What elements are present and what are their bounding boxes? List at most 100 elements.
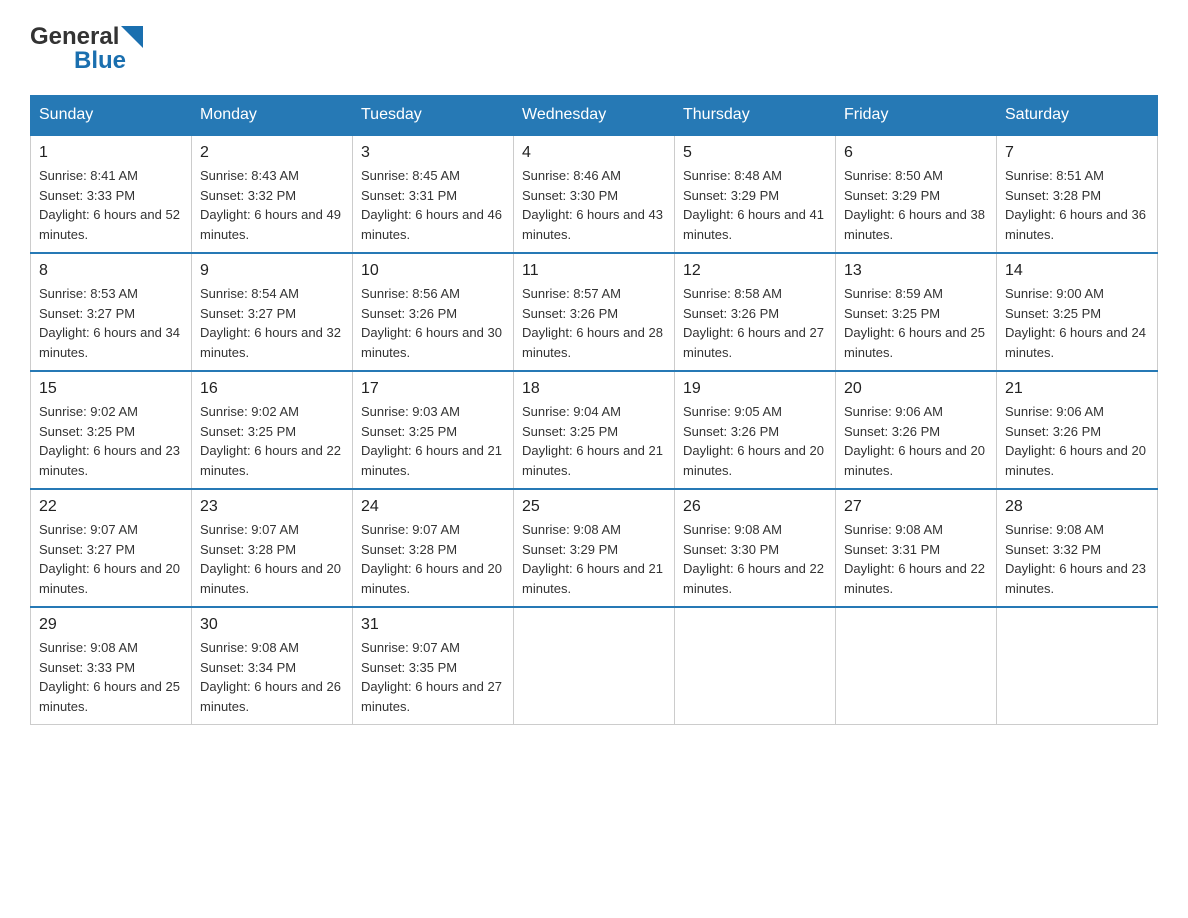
day-number: 29 bbox=[39, 616, 183, 634]
calendar-cell: 30 Sunrise: 9:08 AM Sunset: 3:34 PM Dayl… bbox=[192, 607, 353, 725]
day-info: Sunrise: 9:07 AM Sunset: 3:28 PM Dayligh… bbox=[361, 520, 505, 598]
day-number: 5 bbox=[683, 144, 827, 162]
day-info: Sunrise: 9:00 AM Sunset: 3:25 PM Dayligh… bbox=[1005, 284, 1149, 362]
calendar-header: SundayMondayTuesdayWednesdayThursdayFrid… bbox=[31, 96, 1158, 136]
day-number: 24 bbox=[361, 498, 505, 516]
week-row-1: 1 Sunrise: 8:41 AM Sunset: 3:33 PM Dayli… bbox=[31, 135, 1158, 253]
calendar-cell: 23 Sunrise: 9:07 AM Sunset: 3:28 PM Dayl… bbox=[192, 489, 353, 607]
day-info: Sunrise: 9:08 AM Sunset: 3:30 PM Dayligh… bbox=[683, 520, 827, 598]
calendar-cell: 31 Sunrise: 9:07 AM Sunset: 3:35 PM Dayl… bbox=[353, 607, 514, 725]
day-info: Sunrise: 9:05 AM Sunset: 3:26 PM Dayligh… bbox=[683, 402, 827, 480]
logo-arrow-icon bbox=[121, 26, 143, 48]
day-info: Sunrise: 9:07 AM Sunset: 3:35 PM Dayligh… bbox=[361, 638, 505, 716]
day-number: 25 bbox=[522, 498, 666, 516]
day-info: Sunrise: 8:51 AM Sunset: 3:28 PM Dayligh… bbox=[1005, 166, 1149, 244]
day-info: Sunrise: 8:57 AM Sunset: 3:26 PM Dayligh… bbox=[522, 284, 666, 362]
week-row-2: 8 Sunrise: 8:53 AM Sunset: 3:27 PM Dayli… bbox=[31, 253, 1158, 371]
calendar-cell: 13 Sunrise: 8:59 AM Sunset: 3:25 PM Dayl… bbox=[836, 253, 997, 371]
calendar-cell: 1 Sunrise: 8:41 AM Sunset: 3:33 PM Dayli… bbox=[31, 135, 192, 253]
week-row-4: 22 Sunrise: 9:07 AM Sunset: 3:27 PM Dayl… bbox=[31, 489, 1158, 607]
day-info: Sunrise: 9:08 AM Sunset: 3:33 PM Dayligh… bbox=[39, 638, 183, 716]
calendar-cell: 29 Sunrise: 9:08 AM Sunset: 3:33 PM Dayl… bbox=[31, 607, 192, 725]
day-info: Sunrise: 8:48 AM Sunset: 3:29 PM Dayligh… bbox=[683, 166, 827, 244]
calendar-cell: 22 Sunrise: 9:07 AM Sunset: 3:27 PM Dayl… bbox=[31, 489, 192, 607]
header-sunday: Sunday bbox=[31, 96, 192, 136]
day-number: 9 bbox=[200, 262, 344, 280]
day-number: 8 bbox=[39, 262, 183, 280]
calendar-body: 1 Sunrise: 8:41 AM Sunset: 3:33 PM Dayli… bbox=[31, 135, 1158, 725]
logo-blue-text: Blue bbox=[74, 47, 143, 75]
day-number: 26 bbox=[683, 498, 827, 516]
day-number: 13 bbox=[844, 262, 988, 280]
calendar-cell: 12 Sunrise: 8:58 AM Sunset: 3:26 PM Dayl… bbox=[675, 253, 836, 371]
day-number: 19 bbox=[683, 380, 827, 398]
day-info: Sunrise: 9:08 AM Sunset: 3:31 PM Dayligh… bbox=[844, 520, 988, 598]
day-info: Sunrise: 8:54 AM Sunset: 3:27 PM Dayligh… bbox=[200, 284, 344, 362]
day-number: 11 bbox=[522, 262, 666, 280]
day-number: 21 bbox=[1005, 380, 1149, 398]
day-info: Sunrise: 9:08 AM Sunset: 3:29 PM Dayligh… bbox=[522, 520, 666, 598]
day-number: 16 bbox=[200, 380, 344, 398]
day-number: 23 bbox=[200, 498, 344, 516]
calendar-cell: 4 Sunrise: 8:46 AM Sunset: 3:30 PM Dayli… bbox=[514, 135, 675, 253]
day-info: Sunrise: 9:02 AM Sunset: 3:25 PM Dayligh… bbox=[39, 402, 183, 480]
week-row-3: 15 Sunrise: 9:02 AM Sunset: 3:25 PM Dayl… bbox=[31, 371, 1158, 489]
calendar-cell: 6 Sunrise: 8:50 AM Sunset: 3:29 PM Dayli… bbox=[836, 135, 997, 253]
calendar-cell: 19 Sunrise: 9:05 AM Sunset: 3:26 PM Dayl… bbox=[675, 371, 836, 489]
day-number: 3 bbox=[361, 144, 505, 162]
calendar-cell: 9 Sunrise: 8:54 AM Sunset: 3:27 PM Dayli… bbox=[192, 253, 353, 371]
calendar-cell: 3 Sunrise: 8:45 AM Sunset: 3:31 PM Dayli… bbox=[353, 135, 514, 253]
day-number: 17 bbox=[361, 380, 505, 398]
header-tuesday: Tuesday bbox=[353, 96, 514, 136]
calendar-cell: 26 Sunrise: 9:08 AM Sunset: 3:30 PM Dayl… bbox=[675, 489, 836, 607]
calendar-cell: 8 Sunrise: 8:53 AM Sunset: 3:27 PM Dayli… bbox=[31, 253, 192, 371]
calendar-cell: 7 Sunrise: 8:51 AM Sunset: 3:28 PM Dayli… bbox=[997, 135, 1158, 253]
day-number: 30 bbox=[200, 616, 344, 634]
header-row: SundayMondayTuesdayWednesdayThursdayFrid… bbox=[31, 96, 1158, 136]
day-info: Sunrise: 8:46 AM Sunset: 3:30 PM Dayligh… bbox=[522, 166, 666, 244]
day-number: 31 bbox=[361, 616, 505, 634]
calendar-cell: 11 Sunrise: 8:57 AM Sunset: 3:26 PM Dayl… bbox=[514, 253, 675, 371]
header-wednesday: Wednesday bbox=[514, 96, 675, 136]
calendar-cell: 24 Sunrise: 9:07 AM Sunset: 3:28 PM Dayl… bbox=[353, 489, 514, 607]
day-number: 6 bbox=[844, 144, 988, 162]
day-info: Sunrise: 9:03 AM Sunset: 3:25 PM Dayligh… bbox=[361, 402, 505, 480]
day-info: Sunrise: 8:50 AM Sunset: 3:29 PM Dayligh… bbox=[844, 166, 988, 244]
day-number: 20 bbox=[844, 380, 988, 398]
day-info: Sunrise: 8:45 AM Sunset: 3:31 PM Dayligh… bbox=[361, 166, 505, 244]
day-number: 12 bbox=[683, 262, 827, 280]
header-friday: Friday bbox=[836, 96, 997, 136]
day-info: Sunrise: 9:08 AM Sunset: 3:34 PM Dayligh… bbox=[200, 638, 344, 716]
day-info: Sunrise: 9:04 AM Sunset: 3:25 PM Dayligh… bbox=[522, 402, 666, 480]
day-info: Sunrise: 9:02 AM Sunset: 3:25 PM Dayligh… bbox=[200, 402, 344, 480]
day-number: 27 bbox=[844, 498, 988, 516]
day-number: 18 bbox=[522, 380, 666, 398]
day-info: Sunrise: 8:53 AM Sunset: 3:27 PM Dayligh… bbox=[39, 284, 183, 362]
day-number: 2 bbox=[200, 144, 344, 162]
day-info: Sunrise: 9:06 AM Sunset: 3:26 PM Dayligh… bbox=[1005, 402, 1149, 480]
calendar-cell: 27 Sunrise: 9:08 AM Sunset: 3:31 PM Dayl… bbox=[836, 489, 997, 607]
day-number: 10 bbox=[361, 262, 505, 280]
day-number: 15 bbox=[39, 380, 183, 398]
day-number: 14 bbox=[1005, 262, 1149, 280]
header-thursday: Thursday bbox=[675, 96, 836, 136]
day-number: 4 bbox=[522, 144, 666, 162]
header-saturday: Saturday bbox=[997, 96, 1158, 136]
day-info: Sunrise: 9:06 AM Sunset: 3:26 PM Dayligh… bbox=[844, 402, 988, 480]
calendar-table: SundayMondayTuesdayWednesdayThursdayFrid… bbox=[30, 95, 1158, 725]
header-monday: Monday bbox=[192, 96, 353, 136]
day-number: 1 bbox=[39, 144, 183, 162]
calendar-cell: 25 Sunrise: 9:08 AM Sunset: 3:29 PM Dayl… bbox=[514, 489, 675, 607]
day-info: Sunrise: 9:08 AM Sunset: 3:32 PM Dayligh… bbox=[1005, 520, 1149, 598]
calendar-cell: 2 Sunrise: 8:43 AM Sunset: 3:32 PM Dayli… bbox=[192, 135, 353, 253]
week-row-5: 29 Sunrise: 9:08 AM Sunset: 3:33 PM Dayl… bbox=[31, 607, 1158, 725]
calendar-cell: 5 Sunrise: 8:48 AM Sunset: 3:29 PM Dayli… bbox=[675, 135, 836, 253]
day-number: 7 bbox=[1005, 144, 1149, 162]
calendar-cell: 14 Sunrise: 9:00 AM Sunset: 3:25 PM Dayl… bbox=[997, 253, 1158, 371]
day-info: Sunrise: 8:41 AM Sunset: 3:33 PM Dayligh… bbox=[39, 166, 183, 244]
day-info: Sunrise: 8:58 AM Sunset: 3:26 PM Dayligh… bbox=[683, 284, 827, 362]
day-number: 22 bbox=[39, 498, 183, 516]
day-number: 28 bbox=[1005, 498, 1149, 516]
calendar-cell: 10 Sunrise: 8:56 AM Sunset: 3:26 PM Dayl… bbox=[353, 253, 514, 371]
calendar-cell: 28 Sunrise: 9:08 AM Sunset: 3:32 PM Dayl… bbox=[997, 489, 1158, 607]
